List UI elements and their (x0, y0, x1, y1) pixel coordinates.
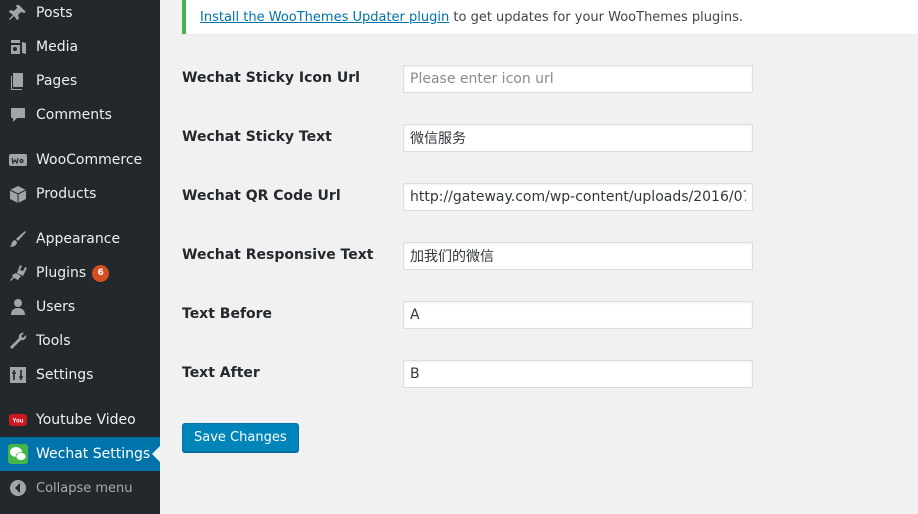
sidebar-item-youtube-video[interactable]: You Youtube Video (0, 403, 160, 437)
brush-icon (0, 222, 36, 256)
sidebar-item-label: Pages (36, 73, 78, 89)
sidebar-item-label: Appearance (36, 231, 121, 247)
sidebar-item-tools[interactable]: Tools (0, 324, 160, 358)
sidebar-item-wechat-settings[interactable]: Wechat Settings (0, 437, 160, 471)
pin-icon (0, 0, 36, 30)
sidebar-item-users[interactable]: Users (0, 290, 160, 324)
collapse-menu-button[interactable]: Collapse menu (0, 471, 160, 505)
save-changes-button[interactable]: Save Changes (182, 423, 299, 452)
sidebar-item-label: Products (36, 186, 97, 202)
comment-icon (0, 98, 36, 132)
text-after-input[interactable] (403, 360, 753, 388)
plugins-update-badge: 6 (92, 264, 110, 282)
sidebar-item-media[interactable]: Media (0, 30, 160, 64)
field-label-responsive-text: Wechat Responsive Text (182, 247, 374, 263)
field-label-sticky-icon-url: Wechat Sticky Icon Url (182, 70, 360, 86)
sidebar-item-woocommerce[interactable]: WooCommerce (0, 143, 160, 177)
text-before-input[interactable] (403, 301, 753, 329)
responsive-text-input[interactable] (403, 242, 753, 270)
media-icon (0, 30, 36, 64)
sidebar-item-label: Youtube Video (36, 412, 136, 428)
collapse-menu-label: Collapse menu (36, 480, 133, 496)
sidebar-item-label: WooCommerce (36, 152, 143, 168)
svg-text:You: You (13, 419, 24, 425)
plug-icon (0, 256, 36, 290)
sidebar-item-posts[interactable]: Posts (0, 0, 160, 30)
sidebar-item-label: Wechat Settings (36, 446, 151, 462)
qr-code-url-input[interactable] (403, 183, 753, 211)
products-icon (0, 177, 36, 211)
sidebar-item-label: Media (36, 39, 79, 55)
install-updater-link[interactable]: Install the WooThemes Updater plugin (200, 10, 449, 25)
field-label-qr-code-url: Wechat QR Code Url (182, 188, 341, 204)
user-icon (0, 290, 36, 324)
sidebar-item-pages[interactable]: Pages (0, 64, 160, 98)
sidebar-item-settings[interactable]: Settings (0, 358, 160, 392)
sidebar-item-appearance[interactable]: Appearance (0, 222, 160, 256)
field-label-text-after: Text After (182, 365, 260, 381)
pages-icon (0, 64, 36, 98)
sidebar-item-plugins[interactable]: Plugins 6 (0, 256, 160, 290)
woocommerce-icon (0, 143, 36, 177)
wechat-icon (0, 437, 36, 471)
youtube-icon: You (0, 403, 36, 437)
sidebar-item-products[interactable]: Products (0, 177, 160, 211)
sidebar-item-label: Posts (36, 5, 73, 21)
admin-sidebar: Posts Media Pages Comments WooCommerce P… (0, 0, 160, 514)
field-label-sticky-text: Wechat Sticky Text (182, 129, 332, 145)
sidebar-item-comments[interactable]: Comments (0, 98, 160, 132)
field-label-text-before: Text Before (182, 306, 273, 322)
collapse-arrow-icon (0, 471, 36, 505)
sidebar-item-label: Tools (36, 333, 71, 349)
sticky-icon-url-input[interactable] (403, 65, 753, 93)
wrench-icon (0, 324, 36, 358)
sidebar-item-label: Settings (36, 367, 94, 383)
notice-text: to get updates for your WooThemes plugin… (449, 9, 743, 25)
settings-icon (0, 358, 36, 392)
updater-notice: Install the WooThemes Updater plugin to … (182, 0, 918, 34)
sidebar-item-label: Plugins (36, 265, 87, 281)
sidebar-item-label: Users (36, 299, 76, 315)
sidebar-item-label: Comments (36, 107, 112, 123)
sticky-text-input[interactable] (403, 124, 753, 152)
